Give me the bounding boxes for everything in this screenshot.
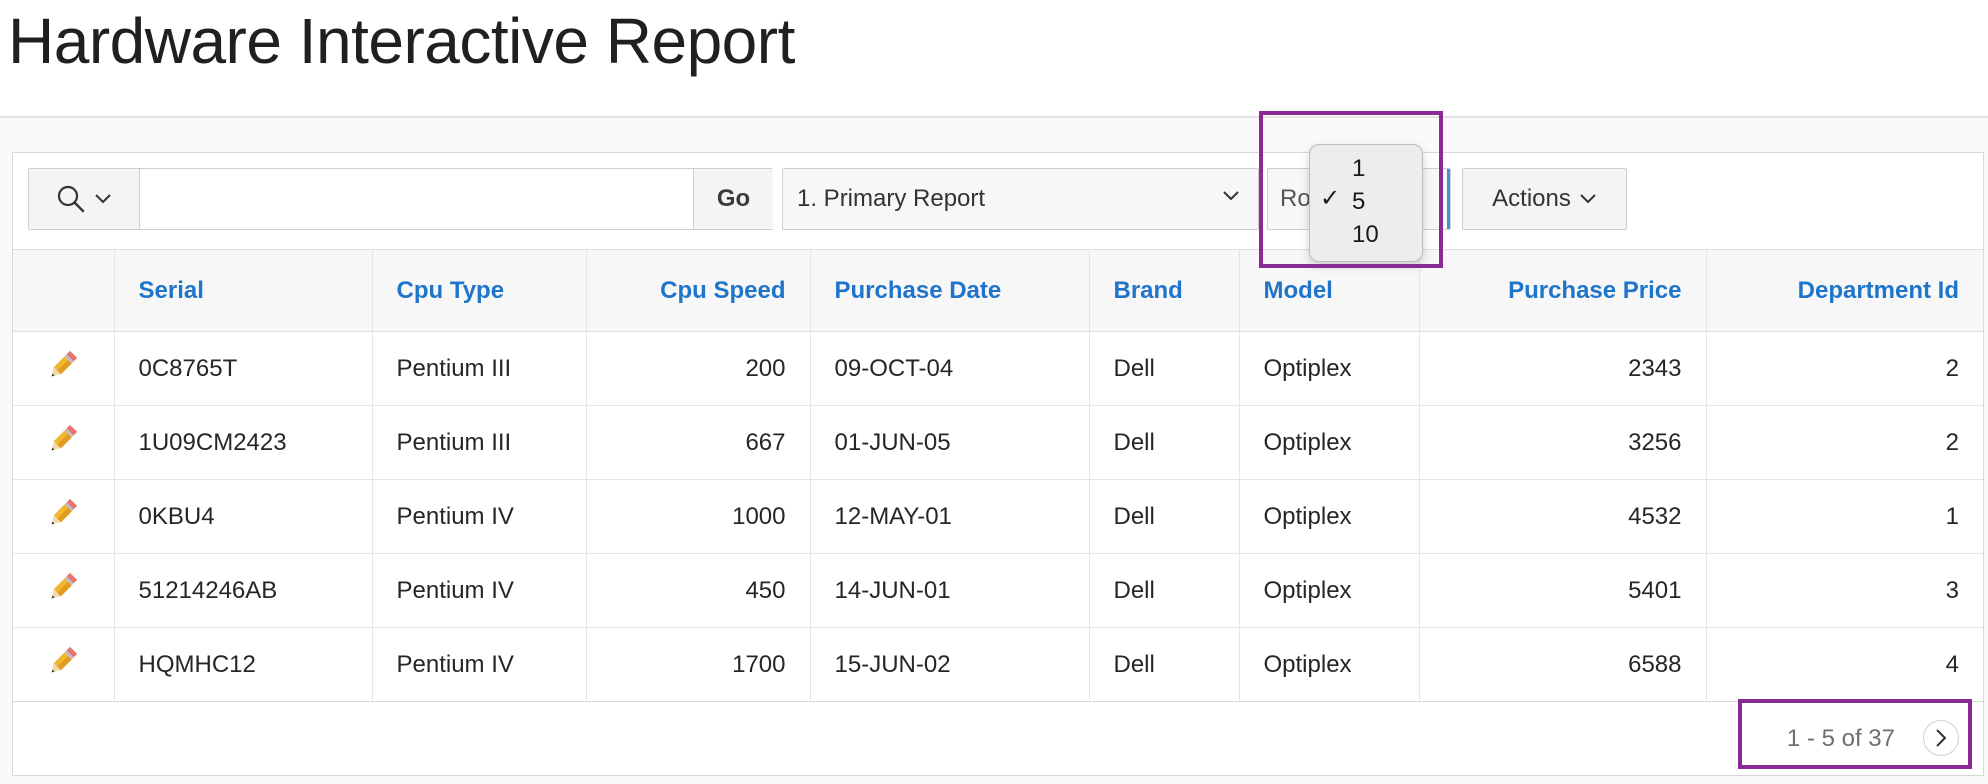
rows-option-5[interactable]: 5 [1352,188,1365,216]
cell-model: Optiplex [1239,405,1420,480]
cell-purchase-date: 15-JUN-02 [810,627,1090,702]
cell-serial: 1U09CM2423 [114,405,373,480]
column-header-purchase-date[interactable]: Purchase Date [810,249,1090,332]
cell-purchase-date: 14-JUN-01 [810,553,1090,628]
cell-model: Optiplex [1239,479,1420,554]
cell-cpu-speed: 1700 [586,627,811,702]
saved-report-value: 1. Primary Report [797,185,986,212]
rows-per-page-dropdown: 1 ✓ 5 10 [1309,144,1423,262]
column-header-serial[interactable]: Serial [114,249,373,332]
pencil-icon[interactable] [46,570,80,611]
chevron-right-icon [1936,729,1947,747]
search-bar: Go [28,168,773,230]
cell-brand: Dell [1089,627,1240,702]
chevron-down-icon [1580,194,1596,204]
cell-cpu-type: Pentium IV [372,479,587,554]
pencil-icon[interactable] [46,644,80,685]
table-row: 0C8765T Pentium III 200 09-OCT-04 Dell Optipl… [13,331,1983,406]
cell-brand: Dell [1089,331,1240,406]
cell-brand: Dell [1089,553,1240,628]
cell-cpu-speed: 1000 [586,479,811,554]
report-toolbar: Go 1. Primary Report Rows Actions [13,153,1983,249]
edit-cell [13,553,115,628]
table-row: 1U09CM2423 Pentium III 667 01-JUN-05 Dell Opt… [13,405,1983,480]
cell-purchase-date: 01-JUN-05 [810,405,1090,480]
table-row: 51214246AB Pentium IV 450 14-JUN-01 Dell Opti… [13,553,1983,628]
page-title: Hardware Interactive Report [8,5,795,77]
cell-brand: Dell [1089,479,1240,554]
edit-cell [13,331,115,406]
pagination-text: 1 - 5 of 37 [1786,725,1895,752]
cell-cpu-speed: 200 [586,331,811,406]
edit-cell [13,405,115,480]
edit-column-header [13,249,115,332]
cell-purchase-price: 6588 [1419,627,1707,702]
edit-cell [13,627,115,702]
checkmark-icon: ✓ [1320,185,1341,212]
cell-model: Optiplex [1239,331,1420,406]
cell-purchase-price: 3256 [1419,405,1707,480]
search-input[interactable] [140,169,692,229]
next-page-button[interactable] [1923,720,1959,756]
cell-cpu-speed: 450 [586,553,811,628]
actions-label: Actions [1492,185,1571,212]
cell-department-id: 1 [1706,479,1983,554]
table-row: 0KBU4 Pentium IV 1000 12-MAY-01 Dell Optiplex… [13,479,1983,554]
cell-department-id: 2 [1706,405,1983,480]
cell-serial: HQMHC12 [114,627,373,702]
cell-purchase-date: 12-MAY-01 [810,479,1090,554]
cell-department-id: 3 [1706,553,1983,628]
column-header-cpu-type[interactable]: Cpu Type [372,249,587,332]
edit-cell [13,479,115,554]
table-header-row: Serial Cpu Type Cpu Speed Purchase Date … [13,249,1983,332]
cell-department-id: 2 [1706,331,1983,406]
cell-cpu-type: Pentium IV [372,627,587,702]
saved-report-select[interactable]: 1. Primary Report [782,168,1259,230]
cell-cpu-type: Pentium III [372,405,587,480]
rows-option-10[interactable]: 10 [1352,221,1379,249]
column-header-brand[interactable]: Brand [1089,249,1240,332]
rows-option-1[interactable]: 1 [1352,155,1365,183]
report-table: Serial Cpu Type Cpu Speed Purchase Date … [13,249,1983,702]
column-header-purchase-price[interactable]: Purchase Price [1419,249,1707,332]
cell-purchase-date: 09-OCT-04 [810,331,1090,406]
pencil-icon[interactable] [46,496,80,537]
cell-purchase-price: 2343 [1419,331,1707,406]
pencil-icon[interactable] [46,348,80,389]
column-header-cpu-speed[interactable]: Cpu Speed [586,249,811,332]
cell-cpu-speed: 667 [586,405,811,480]
actions-menu-button[interactable]: Actions [1462,168,1627,230]
cell-serial: 51214246AB [114,553,373,628]
table-row: HQMHC12 Pentium IV 1700 15-JUN-02 Dell Optipl… [13,627,1983,702]
go-button[interactable]: Go [693,169,773,229]
cell-brand: Dell [1089,405,1240,480]
search-icon [57,185,85,213]
cell-serial: 0C8765T [114,331,373,406]
report-footer: 1 - 5 of 37 [13,701,1983,776]
chevron-down-icon [95,194,111,204]
cell-model: Optiplex [1239,627,1420,702]
interactive-report: Go 1. Primary Report Rows Actions [12,152,1984,776]
search-column-button[interactable] [29,169,140,229]
cell-purchase-price: 4532 [1419,479,1707,554]
pencil-icon[interactable] [46,422,80,463]
cell-purchase-price: 5401 [1419,553,1707,628]
cell-model: Optiplex [1239,553,1420,628]
column-header-department-id[interactable]: Department Id [1706,249,1983,332]
cell-cpu-type: Pentium III [372,331,587,406]
cell-serial: 0KBU4 [114,479,373,554]
chevron-down-icon [1223,191,1239,201]
focus-indicator [1447,169,1450,229]
cell-cpu-type: Pentium IV [372,553,587,628]
cell-department-id: 4 [1706,627,1983,702]
